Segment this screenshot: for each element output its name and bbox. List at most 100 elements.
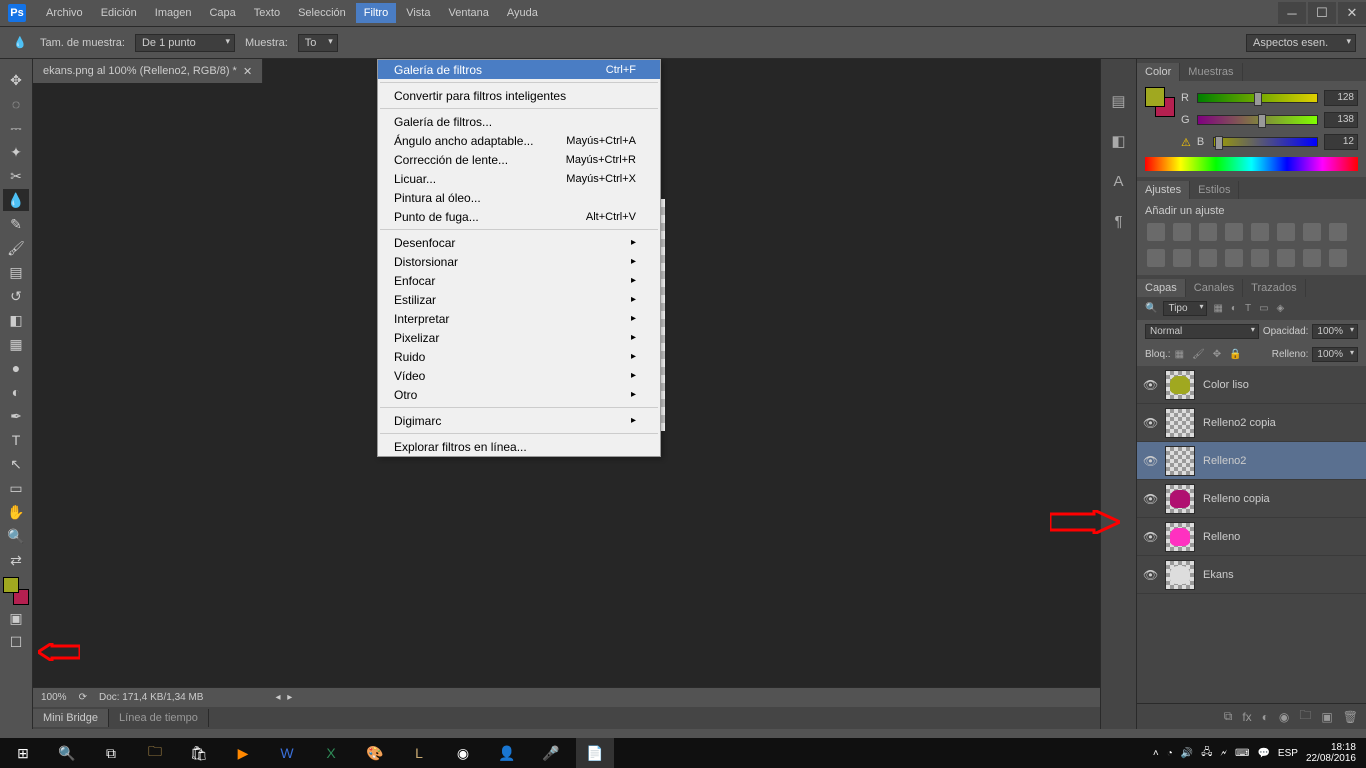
app-icon[interactable]: 👤: [488, 738, 526, 768]
filter-sharpen[interactable]: Enfocar: [378, 271, 660, 290]
filter-stylize[interactable]: Estilizar: [378, 290, 660, 309]
filter-smart-icon[interactable]: ◈: [1277, 303, 1285, 314]
workspace-dropdown[interactable]: Aspectos esen.: [1246, 34, 1356, 52]
adj-curves-icon[interactable]: [1199, 223, 1217, 241]
filter-liquify[interactable]: Licuar...Mayús+Ctrl+X: [378, 169, 660, 188]
spectrum-picker[interactable]: [1145, 157, 1358, 171]
group-icon[interactable]: 🗀: [1299, 706, 1311, 727]
history-brush-tool-icon[interactable]: ↺: [3, 285, 29, 307]
layer-row[interactable]: 👁Color liso: [1137, 366, 1366, 404]
quickmask-icon[interactable]: ▣: [3, 607, 29, 629]
volume-icon[interactable]: 🔊: [1181, 748, 1193, 759]
filter-browse-online[interactable]: Explorar filtros en línea...: [378, 437, 660, 456]
visibility-toggle-icon[interactable]: 👁: [1143, 492, 1157, 506]
menu-imagen[interactable]: Imagen: [147, 3, 200, 23]
adj-invert-icon[interactable]: [1199, 249, 1217, 267]
eraser-tool-icon[interactable]: ◧: [3, 309, 29, 331]
tab-color[interactable]: Color: [1137, 63, 1180, 81]
screenmode-icon[interactable]: ☐: [3, 631, 29, 653]
layer-kind-dropdown[interactable]: Tipo: [1163, 301, 1207, 316]
zoom-value[interactable]: 100%: [41, 692, 67, 703]
start-button[interactable]: ⊞: [4, 738, 42, 768]
clock[interactable]: 18:1822/08/2016: [1306, 742, 1356, 764]
tab-swatches[interactable]: Muestras: [1180, 63, 1242, 81]
visibility-toggle-icon[interactable]: 👁: [1143, 568, 1157, 582]
g-value[interactable]: 138: [1324, 112, 1358, 128]
menu-edicion[interactable]: Edición: [93, 3, 145, 23]
menu-seleccion[interactable]: Selección: [290, 3, 354, 23]
adj-brightness-icon[interactable]: [1147, 223, 1165, 241]
filter-render[interactable]: Interpretar: [378, 309, 660, 328]
network-icon[interactable]: 🖧: [1201, 745, 1212, 762]
r-value[interactable]: 128: [1324, 90, 1358, 106]
cortana-icon[interactable]: 🔍: [48, 738, 86, 768]
adj-threshold-icon[interactable]: [1251, 249, 1269, 267]
filter-oil-paint[interactable]: Pintura al óleo...: [378, 188, 660, 207]
filter-galeria[interactable]: Galería de filtros...: [378, 112, 660, 131]
status-nav-icon[interactable]: ◂ ▸: [275, 692, 294, 703]
heal-tool-icon[interactable]: ✎: [3, 213, 29, 235]
dodge-tool-icon[interactable]: ◐: [3, 381, 29, 403]
tray-app-icon[interactable]: ◔: [1167, 748, 1173, 759]
menu-ventana[interactable]: Ventana: [440, 3, 496, 23]
g-slider[interactable]: [1197, 115, 1318, 125]
tab-timeline[interactable]: Línea de tiempo: [109, 709, 209, 727]
tab-adjustments[interactable]: Ajustes: [1137, 181, 1190, 199]
menu-texto[interactable]: Texto: [246, 3, 288, 23]
history-panel-icon[interactable]: ▤: [1107, 89, 1131, 113]
menu-capa[interactable]: Capa: [201, 3, 243, 23]
blur-tool-icon[interactable]: ●: [3, 357, 29, 379]
paragraph-panel-icon[interactable]: ¶: [1107, 209, 1131, 233]
filter-adaptive-wide[interactable]: Ángulo ancho adaptable...Mayús+Ctrl+A: [378, 131, 660, 150]
lock-pixel-icon[interactable]: 🖌: [1192, 349, 1205, 360]
lock-all-icon[interactable]: 🔒: [1229, 349, 1241, 360]
filter-digimarc[interactable]: Digimarc: [378, 411, 660, 430]
b-value[interactable]: 12: [1324, 134, 1358, 150]
action-center-icon[interactable]: 💬: [1257, 748, 1269, 759]
layer-row[interactable]: 👁Relleno2: [1137, 442, 1366, 480]
adj-mixer-icon[interactable]: [1147, 249, 1165, 267]
tab-styles[interactable]: Estilos: [1190, 181, 1239, 199]
minimize-button[interactable]: ─: [1278, 2, 1306, 24]
adj-poster-icon[interactable]: [1225, 249, 1243, 267]
opacity-dropdown[interactable]: 100%: [1312, 324, 1358, 339]
taskview-icon[interactable]: ⧉: [92, 738, 130, 768]
filter-other[interactable]: Otro: [378, 385, 660, 404]
adj-hue-icon[interactable]: [1277, 223, 1295, 241]
lasso-tool-icon[interactable]: ⎓: [3, 117, 29, 139]
tab-mini-bridge[interactable]: Mini Bridge: [33, 709, 109, 727]
muestra-dropdown[interactable]: To: [298, 34, 338, 52]
filter-adj-icon[interactable]: ◐: [1231, 303, 1237, 314]
adj-lookup-icon[interactable]: [1173, 249, 1191, 267]
eyedropper-icon[interactable]: 💧: [10, 33, 30, 53]
layer-row[interactable]: 👁Relleno: [1137, 518, 1366, 556]
new-layer-icon[interactable]: ▣: [1321, 710, 1332, 724]
adj-bw-icon[interactable]: [1303, 223, 1321, 241]
filter-video[interactable]: Vídeo: [378, 366, 660, 385]
hand-tool-icon[interactable]: ✋: [3, 501, 29, 523]
stamp-tool-icon[interactable]: ▤: [3, 261, 29, 283]
adjustment-layer-icon[interactable]: ◉: [1279, 710, 1289, 724]
notepad-icon[interactable]: 📄: [576, 738, 614, 768]
fill-dropdown[interactable]: 100%: [1312, 347, 1358, 362]
type-tool-icon[interactable]: T: [3, 429, 29, 451]
menu-filtro[interactable]: Filtro: [356, 3, 396, 23]
color-swatches[interactable]: [3, 577, 29, 605]
lock-trans-icon[interactable]: ▦: [1175, 349, 1184, 360]
brush-tool-icon[interactable]: 🖌: [3, 237, 29, 259]
adj-photo-icon[interactable]: [1329, 223, 1347, 241]
battery-icon[interactable]: 🗲: [1220, 748, 1227, 759]
filter-shape-icon[interactable]: ▭: [1259, 303, 1268, 314]
layer-row[interactable]: 👁Relleno2 copia: [1137, 404, 1366, 442]
language-indicator[interactable]: ESP: [1278, 748, 1298, 759]
link-layers-icon[interactable]: ⧉: [1224, 709, 1233, 724]
b-slider[interactable]: [1213, 137, 1318, 147]
mask-icon[interactable]: ◐: [1262, 710, 1269, 724]
character-panel-icon[interactable]: A: [1107, 169, 1131, 193]
tab-channels[interactable]: Canales: [1186, 279, 1243, 297]
wand-tool-icon[interactable]: ✦: [3, 141, 29, 163]
filter-type-icon[interactable]: T: [1245, 303, 1251, 314]
eyedropper-tool-icon[interactable]: 💧: [3, 189, 29, 211]
word-icon[interactable]: W: [268, 738, 306, 768]
filter-convert-smart[interactable]: Convertir para filtros inteligentes: [378, 86, 660, 105]
